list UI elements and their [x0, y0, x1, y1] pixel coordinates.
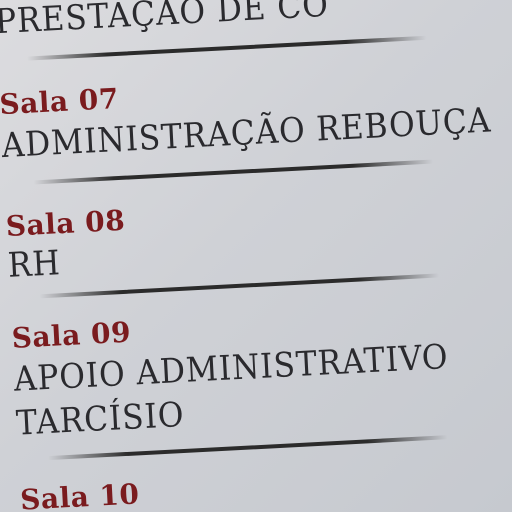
top-heading: PRESTAÇÃO DE CO	[0, 0, 330, 43]
divider-line	[27, 35, 427, 61]
room-label-09: Sala 09	[10, 315, 132, 355]
department-name: TARCÍSIO	[15, 394, 186, 444]
department-name: RH	[6, 243, 62, 286]
room-label-08: Sala 08	[4, 203, 126, 243]
directory-sign: PRESTAÇÃO DE CO Sala 07 ADMINISTRAÇÃO RE…	[0, 0, 512, 512]
divider-line	[33, 159, 434, 185]
room-label-07: Sala 07	[0, 81, 120, 122]
room-label-10: Sala 10	[19, 477, 141, 512]
divider-line	[39, 273, 440, 299]
